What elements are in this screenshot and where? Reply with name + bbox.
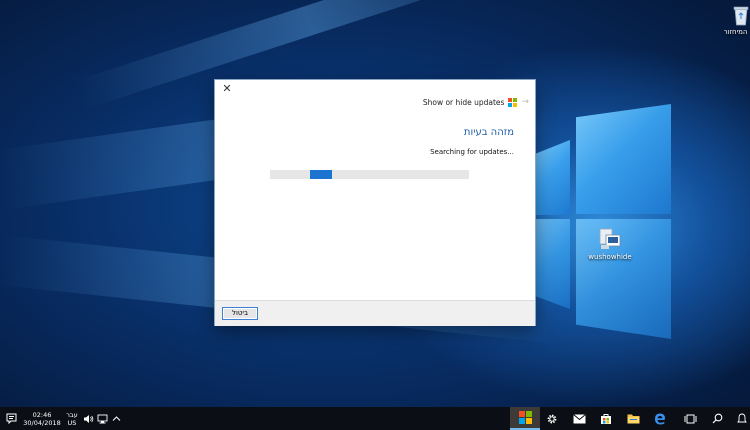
task-view-button[interactable] — [678, 407, 702, 430]
windows-logo-icon — [518, 411, 532, 424]
language-line1: עבר — [66, 410, 78, 419]
search-taskbar-button[interactable] — [705, 407, 729, 430]
show-hide-updates-label: Show or hide updates — [422, 97, 505, 107]
store-icon — [601, 413, 611, 424]
volume-button[interactable] — [82, 407, 95, 430]
mail-taskbar-button[interactable] — [567, 407, 591, 430]
cancel-button[interactable]: ביטול — [222, 307, 258, 320]
clock-date: 30/04/2018 — [23, 418, 61, 427]
microsoft-logo-icon — [508, 97, 518, 107]
mail-icon — [572, 413, 586, 423]
edge-taskbar-button[interactable] — [648, 407, 672, 430]
task-view-icon — [684, 414, 696, 423]
logo-pane — [576, 104, 671, 214]
settings-icon — [547, 414, 557, 423]
recycle-bin-icon — [733, 6, 749, 26]
edge-icon — [655, 413, 665, 424]
diagnostic-file-icon — [599, 228, 621, 249]
network-button[interactable] — [96, 407, 109, 430]
bell-icon — [736, 413, 747, 423]
recycle-bin-shortcut[interactable]: סל המיחזור — [706, 4, 750, 36]
language-line2: US — [67, 418, 77, 427]
volume-icon — [84, 414, 94, 423]
cortana-taskbar-button[interactable] — [733, 407, 750, 430]
search-icon — [712, 413, 722, 424]
wushowhide-shortcut[interactable]: wushowhide — [575, 227, 645, 261]
recycle-bin-label: סל המיחזור — [723, 28, 750, 36]
dialog-footer: ביטול — [215, 300, 535, 326]
show-hidden-icons-button[interactable] — [110, 407, 122, 430]
dialog-heading: מזהה בעיות — [463, 127, 514, 138]
chevron-up-icon — [112, 416, 120, 421]
settings-taskbar-button[interactable] — [540, 407, 564, 430]
close-button[interactable]: ✕ — [220, 82, 234, 96]
clock[interactable]: 02:46 30/04/2018 — [22, 407, 62, 430]
logo-pane — [536, 219, 570, 309]
action-center-button[interactable] — [2, 407, 20, 430]
troubleshooter-dialog: ✕ Show or hide updates → מזהה בעיות Sear… — [215, 80, 535, 326]
progress-bar — [270, 170, 469, 179]
store-taskbar-button[interactable] — [594, 407, 618, 430]
clock-time: 02:46 — [32, 410, 52, 419]
notification-icon — [6, 413, 16, 424]
network-icon — [97, 414, 108, 423]
wushowhide-label: wushowhide — [588, 253, 632, 261]
logo-pane — [536, 140, 570, 215]
language-indicator[interactable]: עבר US — [63, 407, 81, 430]
file-explorer-taskbar-button[interactable] — [621, 407, 645, 430]
file-explorer-icon — [627, 414, 639, 424]
show-hide-updates-link[interactable]: Show or hide updates → — [423, 97, 529, 107]
start-button[interactable] — [510, 407, 540, 430]
status-text: Searching for updates... — [430, 148, 514, 156]
taskbar: 02:46 30/04/2018 עבר US — [0, 407, 750, 430]
forward-arrow-icon[interactable]: → — [521, 97, 529, 107]
progress-indicator — [310, 170, 332, 179]
